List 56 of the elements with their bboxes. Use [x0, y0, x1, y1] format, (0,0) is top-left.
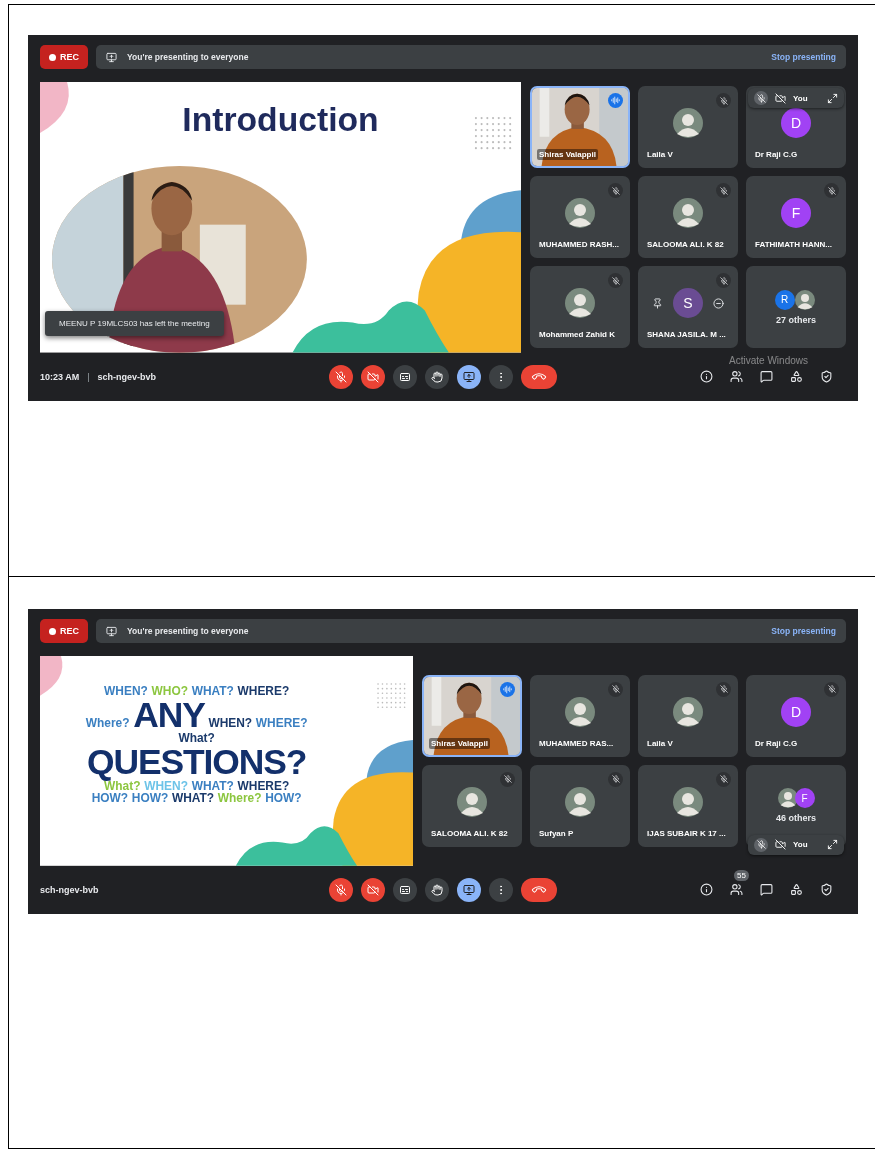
cloud-word: What? [178, 733, 215, 746]
cloud-word: Where? [85, 717, 130, 730]
activation-notice: Activate Windows [729, 354, 808, 366]
slide-title: Introduction [181, 101, 380, 140]
avatar: D [781, 696, 811, 727]
separator: | [87, 371, 90, 382]
cloud-word: WHERE? [237, 780, 290, 793]
meeting-code: sch-ngev-bvb [40, 884, 99, 895]
participant-name: Sufyan P [538, 827, 575, 839]
banner-text: You're presenting to everyone [127, 52, 250, 62]
cloud-word: WHERE? [237, 685, 290, 698]
cloud-word: QUESTIONS? [87, 745, 307, 781]
meeting-time: 10:23 AM [40, 371, 80, 382]
cloud-word: WHEN? [104, 685, 148, 698]
cloud-word: HOW? [131, 792, 169, 805]
participant-name: MUHAMMED RAS... [538, 737, 615, 749]
cloud-word: WHAT? [171, 792, 215, 805]
notification-toast: MEENU P 19MLCS03 has left the meeting [45, 310, 224, 336]
cloud-word: WHAT? [191, 780, 234, 793]
participant-name: Laila V [646, 737, 674, 749]
avatar: F [794, 788, 815, 809]
avatar: S [673, 288, 703, 319]
meeting-code: sch-ngev-bvb [97, 371, 157, 382]
cloud-word: WHEN? [208, 717, 253, 730]
participant-name: Shiras Valappil [429, 737, 490, 749]
participant-name: SALOOMA ALI. K 82 [646, 239, 725, 251]
participant-name: SHANA JASILA. M ... [646, 329, 727, 341]
recording-badge: REC [40, 45, 88, 69]
participant-name: SALOOMA ALI. K 82 [430, 827, 509, 839]
participant-name: FATHIMATH HANN... [754, 239, 834, 251]
others-count: 46 others [776, 813, 816, 824]
self-label: You [793, 840, 809, 850]
self-label: You [793, 93, 809, 103]
others-count: 27 others [776, 314, 816, 325]
banner-text: You're presenting to everyone [127, 626, 250, 636]
cloud-word: WHERE? [255, 717, 308, 730]
cloud-word: HOW? [91, 792, 129, 805]
participant-name: Laila V [646, 149, 674, 161]
participant-count: 55 [734, 869, 749, 881]
avatar: D [781, 108, 811, 139]
participant-name: Dr Raji C.G [754, 149, 799, 161]
cloud-word: WHO? [151, 685, 188, 698]
avatar: R [774, 289, 795, 310]
cloud-word: Where? [217, 792, 262, 805]
cloud-word: WHEN? [144, 780, 188, 793]
participant-name: Dr Raji C.G [754, 737, 799, 749]
cloud-word: ANY [133, 697, 205, 734]
cloud-word: WHAT? [191, 685, 234, 698]
participant-name: Shiras Valappil [537, 149, 598, 161]
cloud-word: What? [104, 780, 141, 793]
recording-badge: REC [40, 619, 88, 643]
cloud-word: HOW? [265, 792, 302, 805]
avatar: F [781, 198, 811, 229]
participant-name: Mohammed Zahid K [538, 329, 616, 341]
participant-name: IJAS SUBAIR K 17 ... [646, 827, 727, 839]
participant-name: MUHAMMED RASH... [538, 239, 620, 251]
